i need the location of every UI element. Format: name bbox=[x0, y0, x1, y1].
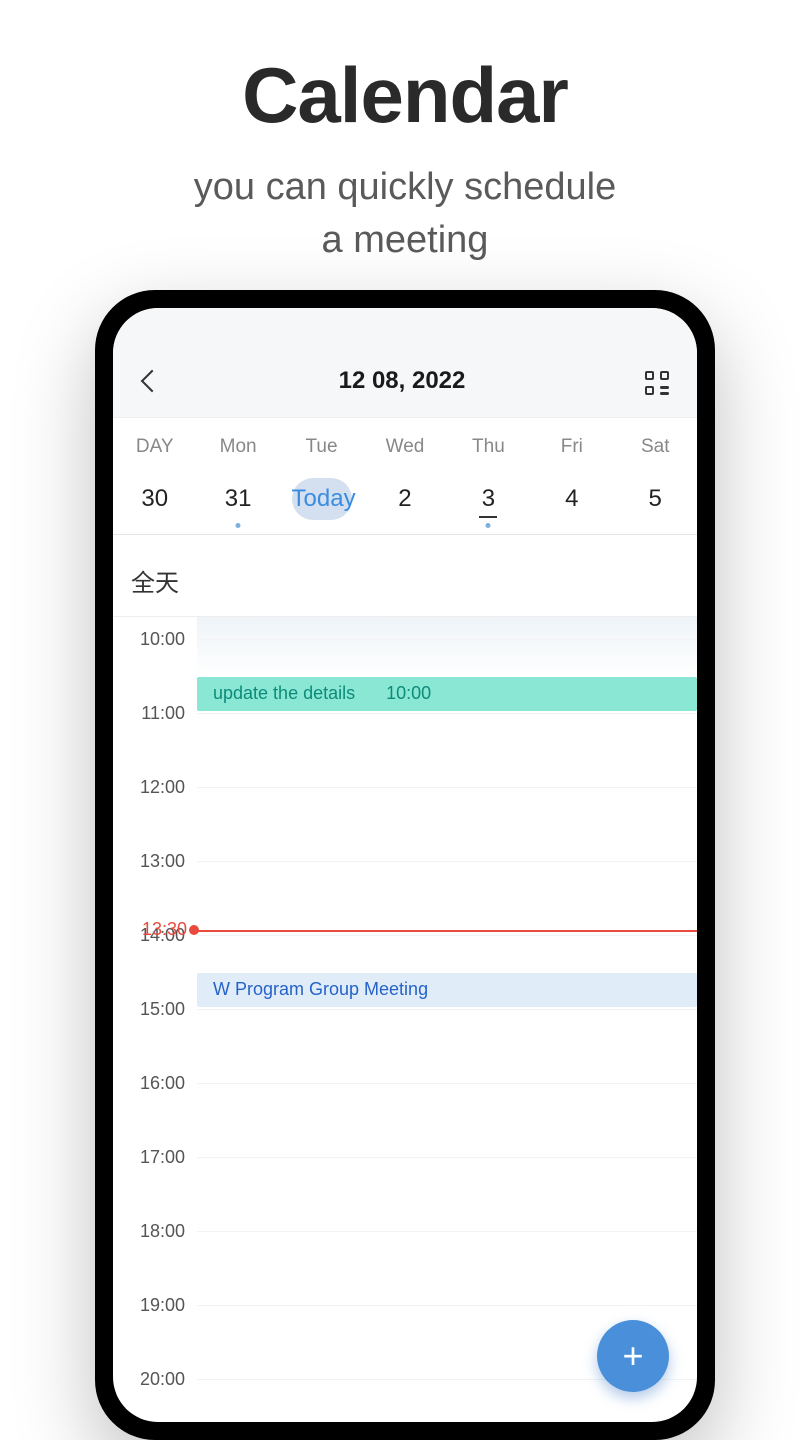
day-col-mon[interactable]: Mon 31 bbox=[196, 436, 279, 520]
hour-label: 17:00 bbox=[140, 1147, 185, 1168]
event-dot-icon bbox=[236, 523, 241, 528]
app-header: 12 08, 2022 bbox=[113, 308, 697, 418]
day-num[interactable]: 30 bbox=[125, 478, 185, 520]
hour-label: 18:00 bbox=[140, 1221, 185, 1242]
promo-header: Calendar you can quickly schedule a meet… bbox=[0, 0, 810, 267]
grid-line bbox=[197, 935, 697, 936]
day-num[interactable]: 3 bbox=[458, 478, 518, 520]
hour-label: 12:00 bbox=[140, 777, 185, 798]
day-col-sat[interactable]: Sat 5 bbox=[614, 436, 697, 520]
day-col-wed[interactable]: Wed 2 bbox=[363, 436, 446, 520]
day-num[interactable]: 2 bbox=[375, 478, 435, 520]
grid-line bbox=[197, 1083, 697, 1084]
current-time-indicator: 13:30 bbox=[113, 930, 697, 931]
grid-line bbox=[197, 639, 697, 640]
view-grid-icon[interactable] bbox=[645, 371, 669, 395]
promo-subtitle: you can quickly schedule a meeting bbox=[0, 161, 810, 267]
phone-frame: 12 08, 2022 DAY 30 Mon 31 Tue Today Wed … bbox=[95, 290, 715, 1440]
grid-line bbox=[197, 1305, 697, 1306]
hour-label: 10:00 bbox=[140, 629, 185, 650]
add-event-button[interactable]: + bbox=[597, 1320, 669, 1392]
phone-screen: 12 08, 2022 DAY 30 Mon 31 Tue Today Wed … bbox=[113, 308, 697, 1422]
promo-title: Calendar bbox=[0, 50, 810, 141]
grid-line bbox=[197, 787, 697, 788]
current-time-label: 13:30 bbox=[113, 919, 187, 940]
current-time-line bbox=[192, 930, 697, 932]
week-strip: DAY 30 Mon 31 Tue Today Wed 2 Thu 3 Fri … bbox=[113, 418, 697, 535]
hour-label: 19:00 bbox=[140, 1295, 185, 1316]
grid-line bbox=[197, 1009, 697, 1010]
day-col-label: DAY 30 bbox=[113, 436, 196, 520]
header-date[interactable]: 12 08, 2022 bbox=[339, 367, 466, 395]
event-update-details[interactable]: update the details 10:00 bbox=[197, 677, 697, 711]
hour-label: 11:00 bbox=[141, 703, 185, 724]
grid-line bbox=[197, 861, 697, 862]
hour-label: 13:00 bbox=[140, 851, 185, 872]
grid-line bbox=[197, 1231, 697, 1232]
day-col-thu[interactable]: Thu 3 bbox=[447, 436, 530, 520]
grid-line bbox=[197, 713, 697, 714]
hours-column: 09:00 10:00 11:00 12:00 13:00 14:00 15:0… bbox=[113, 617, 197, 1397]
day-num-today[interactable]: Today bbox=[292, 478, 352, 520]
hour-label: 16:00 bbox=[140, 1073, 185, 1094]
grid-line bbox=[197, 1157, 697, 1158]
event-dot-icon bbox=[486, 523, 491, 528]
day-num[interactable]: 31 bbox=[208, 478, 268, 520]
faded-top bbox=[197, 617, 697, 677]
underline-icon bbox=[479, 516, 497, 518]
timeline[interactable]: 09:00 10:00 11:00 12:00 13:00 14:00 15:0… bbox=[113, 617, 697, 1397]
hour-label: 20:00 bbox=[140, 1369, 185, 1390]
day-num[interactable]: 5 bbox=[625, 478, 685, 520]
back-icon[interactable] bbox=[141, 367, 159, 395]
hour-label: 15:00 bbox=[140, 999, 185, 1020]
allday-row[interactable]: 全天 bbox=[113, 535, 697, 617]
day-col-fri[interactable]: Fri 4 bbox=[530, 436, 613, 520]
plus-icon: + bbox=[622, 1338, 643, 1374]
day-col-tue[interactable]: Tue Today bbox=[280, 436, 363, 520]
event-program-meeting[interactable]: W Program Group Meeting bbox=[197, 973, 697, 1007]
day-num[interactable]: 4 bbox=[542, 478, 602, 520]
